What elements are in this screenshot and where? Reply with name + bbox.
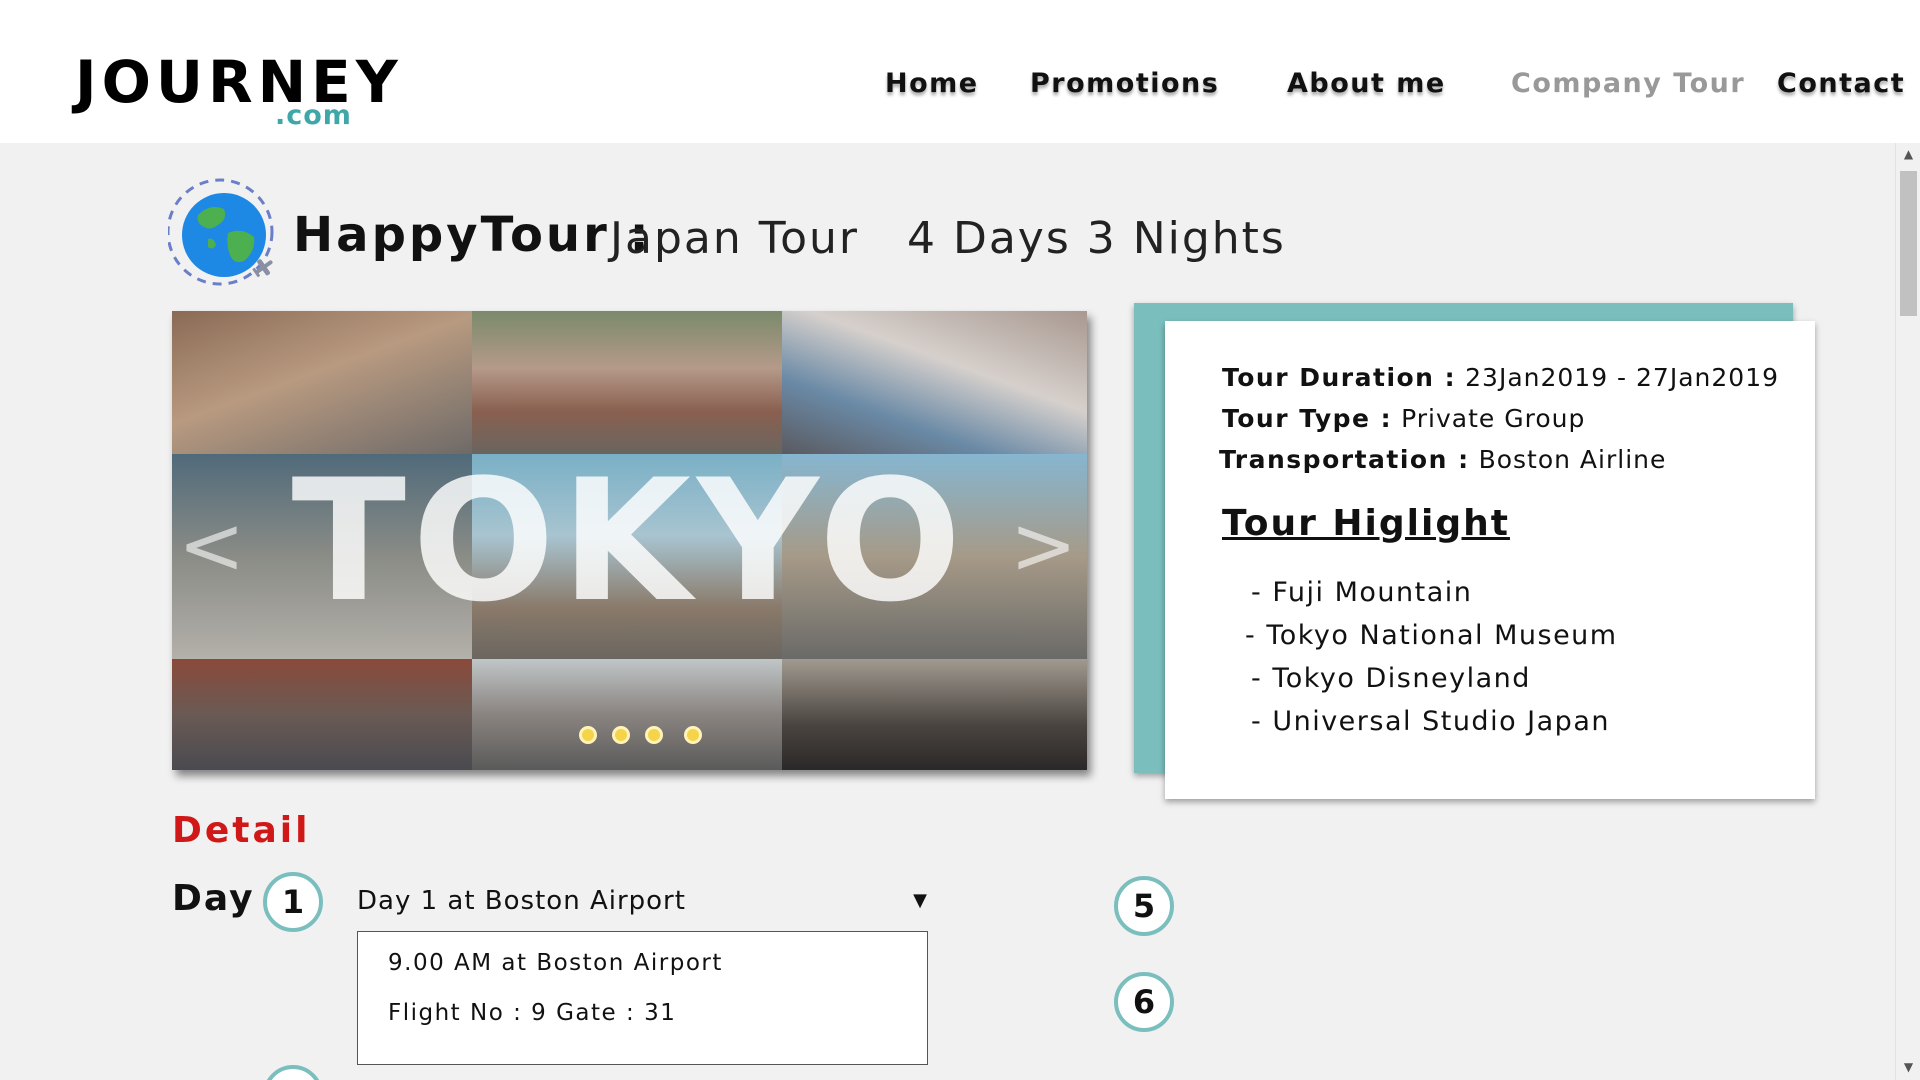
photo-tile bbox=[472, 311, 782, 454]
day-detail-line: 9.00 AM at Boston Airport bbox=[388, 950, 723, 976]
scroll-down-icon[interactable]: ▼ bbox=[1896, 1060, 1920, 1080]
tour-duration-value: 23Jan2019 - 27Jan2019 bbox=[1465, 363, 1779, 392]
tour-info-card: Tour Duration : 23Jan2019 - 27Jan2019 To… bbox=[1165, 321, 1815, 799]
nav-about[interactable]: About me bbox=[1287, 68, 1446, 99]
transportation-row: Transportation : Boston Airline bbox=[1219, 445, 1666, 474]
detail-heading: Detail bbox=[172, 810, 311, 851]
tour-image-carousel[interactable]: TOKYO < > bbox=[172, 311, 1087, 770]
day-label: Day bbox=[172, 878, 255, 919]
day-button-next[interactable] bbox=[263, 1065, 323, 1080]
tour-duration-row: Tour Duration : 23Jan2019 - 27Jan2019 bbox=[1222, 363, 1779, 392]
nav-company-tour[interactable]: Company Tour bbox=[1511, 68, 1745, 99]
transportation-label: Transportation : bbox=[1219, 445, 1470, 474]
main-nav: Home Promotions About me Company Tour Co… bbox=[0, 68, 1920, 108]
tour-type-label: Tour Type : bbox=[1222, 404, 1393, 433]
carousel-next-arrow[interactable]: > bbox=[1010, 506, 1077, 586]
day-select-dropdown[interactable]: Day 1 at Boston Airport ▼ bbox=[357, 886, 927, 926]
highlight-item: - Universal Studio Japan bbox=[1251, 706, 1610, 737]
photo-tile bbox=[782, 659, 1087, 770]
nav-promotions[interactable]: Promotions bbox=[1030, 68, 1219, 99]
day-detail-line: Flight No : 9 Gate : 31 bbox=[388, 1000, 677, 1026]
highlight-item: - Tokyo National Museum bbox=[1245, 620, 1618, 651]
day-select-value: Day 1 at Boston Airport bbox=[357, 886, 686, 916]
tour-duration-label: Tour Duration : bbox=[1222, 363, 1457, 392]
highlight-item: - Fuji Mountain bbox=[1251, 577, 1473, 608]
carousel-dot[interactable] bbox=[684, 726, 702, 744]
site-header: JOURNEY .com Home Promotions About me Co… bbox=[0, 0, 1920, 143]
day-button-6[interactable]: 6 bbox=[1114, 972, 1174, 1032]
carousel-dot[interactable] bbox=[579, 726, 597, 744]
page-scrollbar[interactable]: ▲ ▼ bbox=[1895, 143, 1920, 1080]
transportation-value: Boston Airline bbox=[1478, 445, 1667, 474]
carousel-dot[interactable] bbox=[612, 726, 630, 744]
tour-type-value: Private Group bbox=[1401, 404, 1586, 433]
chevron-down-icon: ▼ bbox=[913, 890, 927, 911]
tour-highlight-title: Tour Higlight bbox=[1222, 503, 1510, 544]
carousel-prev-arrow[interactable]: < bbox=[178, 506, 245, 586]
day-button-5[interactable]: 5 bbox=[1114, 876, 1174, 936]
tour-type-row: Tour Type : Private Group bbox=[1222, 404, 1585, 433]
highlight-item: - Tokyo Disneyland bbox=[1251, 663, 1531, 694]
day-detail-box: 9.00 AM at Boston Airport Flight No : 9 … bbox=[357, 931, 928, 1065]
day-button-1[interactable]: 1 bbox=[263, 872, 323, 932]
photo-tile bbox=[472, 659, 782, 770]
carousel-overlay-text: TOKYO bbox=[291, 443, 968, 639]
photo-tile bbox=[172, 659, 472, 770]
photo-tile bbox=[172, 311, 472, 454]
nav-home[interactable]: Home bbox=[885, 68, 979, 99]
tour-title: Japan Tour 4 Days 3 Nights bbox=[610, 213, 1286, 264]
scroll-thumb[interactable] bbox=[1900, 171, 1917, 316]
globe-plane-icon bbox=[166, 175, 283, 290]
scroll-up-icon[interactable]: ▲ bbox=[1896, 147, 1920, 167]
tour-brand: HappyTour : bbox=[293, 207, 652, 263]
carousel-dot[interactable] bbox=[645, 726, 663, 744]
nav-contact[interactable]: Contact bbox=[1777, 68, 1905, 99]
photo-tile bbox=[782, 311, 1087, 454]
